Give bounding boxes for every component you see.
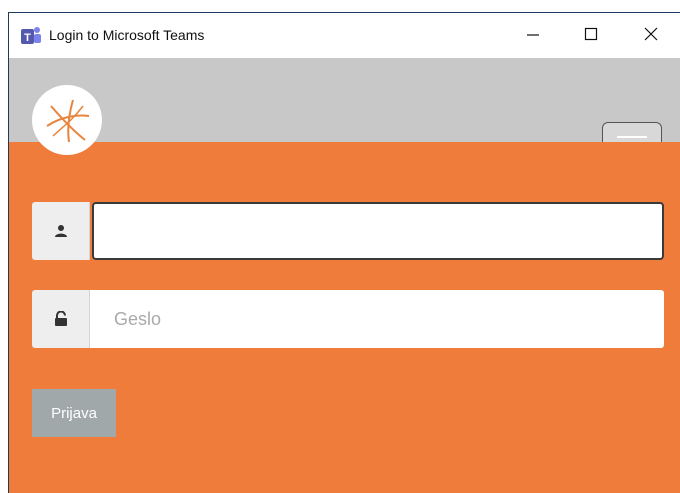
close-button[interactable] [621,13,680,58]
login-button[interactable]: Prijava [32,389,116,437]
svg-text:T: T [24,32,31,44]
minimize-button[interactable] [503,13,563,58]
window-title: Login to Microsoft Teams [49,27,205,43]
password-input[interactable]: Geslo [90,290,664,348]
maximize-icon [584,26,598,45]
user-icon [32,202,90,260]
login-form: Geslo Prijava [9,142,680,493]
close-icon [644,26,658,45]
teams-icon: T [21,26,41,46]
logo-icon [32,85,102,155]
unlock-icon [32,290,90,348]
maximize-button[interactable] [561,13,621,58]
minimize-icon [526,26,540,45]
password-group: Geslo [32,290,664,348]
login-window: T Login to Microsoft Teams Geslo Prijava [8,12,680,493]
username-group [32,202,664,260]
app-header [9,58,680,168]
hamburger-icon [617,136,647,138]
title-bar: T Login to Microsoft Teams [9,13,680,58]
username-input[interactable] [92,202,664,260]
